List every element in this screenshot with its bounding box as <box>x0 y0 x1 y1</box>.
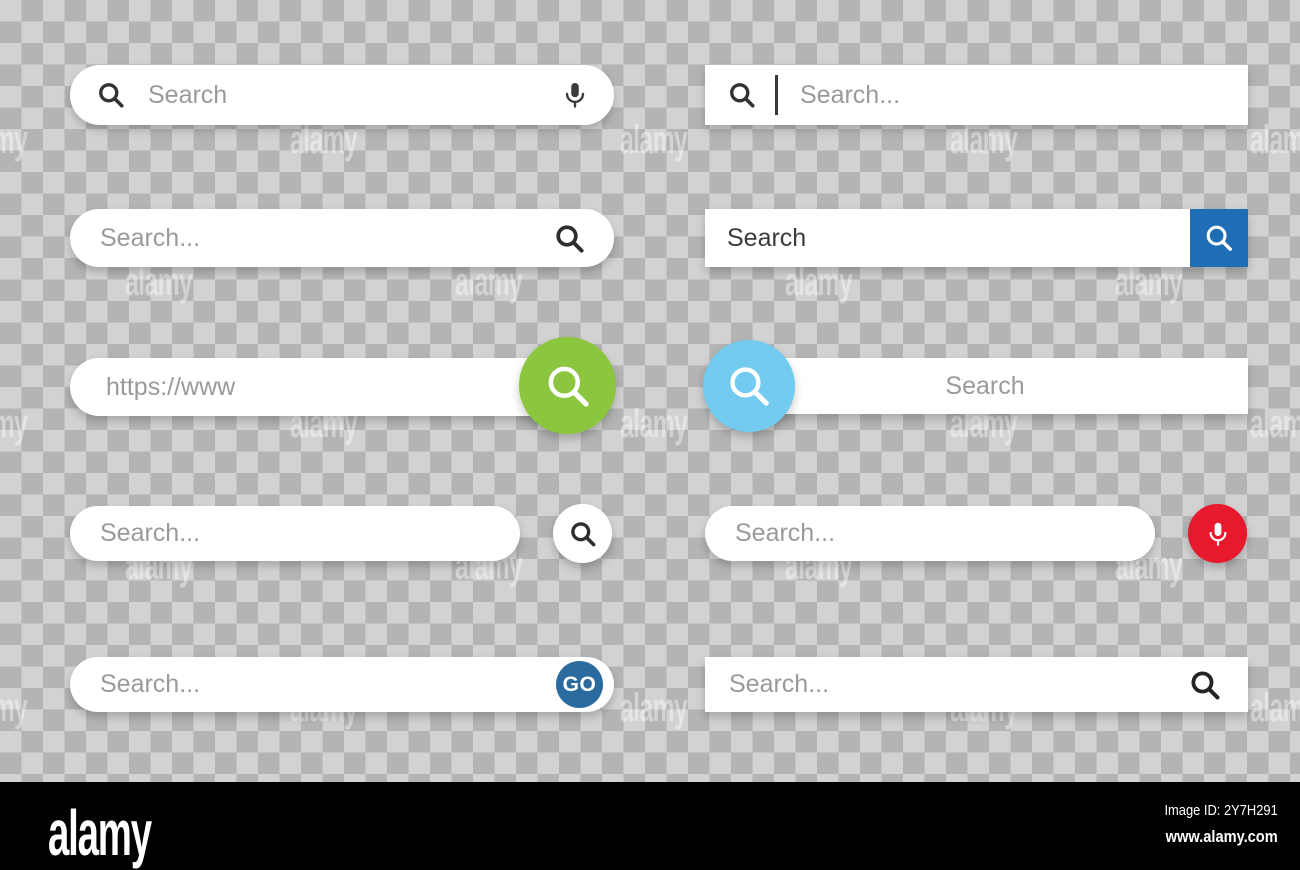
search-icon <box>542 360 594 412</box>
search-placeholder[interactable]: Search <box>722 372 1248 401</box>
search-icon[interactable] <box>96 80 126 110</box>
search-icon <box>1203 222 1235 254</box>
alamy-footer-bar: alamy Image ID: 2Y7H291 www.alamy.com <box>0 782 1300 870</box>
alamy-logo: alamy <box>48 797 152 869</box>
search-icon[interactable] <box>553 222 586 255</box>
search-placeholder[interactable]: Search... <box>100 224 200 253</box>
footer-meta: Image ID: 2Y7H291 www.alamy.com <box>1146 802 1278 847</box>
screenshot-stage: alamy alamy alamy alamy alamy alamy alam… <box>0 0 1300 870</box>
go-button-label: GO <box>562 672 597 696</box>
search-icon <box>724 361 774 411</box>
search-icon <box>568 519 598 549</box>
search-placeholder[interactable]: Search <box>727 224 806 253</box>
voice-search-button[interactable] <box>1188 504 1247 563</box>
search-submit-button[interactable] <box>519 337 616 434</box>
search-icon[interactable] <box>1188 668 1222 702</box>
image-id-label: Image ID: 2Y7H291 <box>1164 802 1278 819</box>
search-placeholder[interactable]: Search... <box>735 519 835 548</box>
caret-divider <box>775 75 778 115</box>
search-submit-button[interactable] <box>553 504 612 563</box>
search-placeholder[interactable]: Search... <box>800 81 900 110</box>
search-submit-button[interactable] <box>703 340 795 432</box>
search-placeholder[interactable]: Search... <box>729 670 829 699</box>
search-bar-collection: Search Search... Search... Search https:… <box>0 0 1300 782</box>
search-icon[interactable] <box>727 80 757 110</box>
search-placeholder[interactable]: Search... <box>100 519 200 548</box>
search-submit-button[interactable] <box>1190 209 1248 267</box>
search-placeholder[interactable]: Search <box>148 81 227 110</box>
microphone-icon <box>1203 519 1233 549</box>
transparency-checkerboard-canvas: alamy alamy alamy alamy alamy alamy alam… <box>0 0 1300 782</box>
search-placeholder[interactable]: Search... <box>100 670 200 699</box>
go-button[interactable]: GO <box>556 661 603 708</box>
microphone-icon[interactable] <box>560 80 590 110</box>
url-placeholder[interactable]: https://www <box>106 373 235 402</box>
alamy-url-label: www.alamy.com <box>1165 827 1278 846</box>
